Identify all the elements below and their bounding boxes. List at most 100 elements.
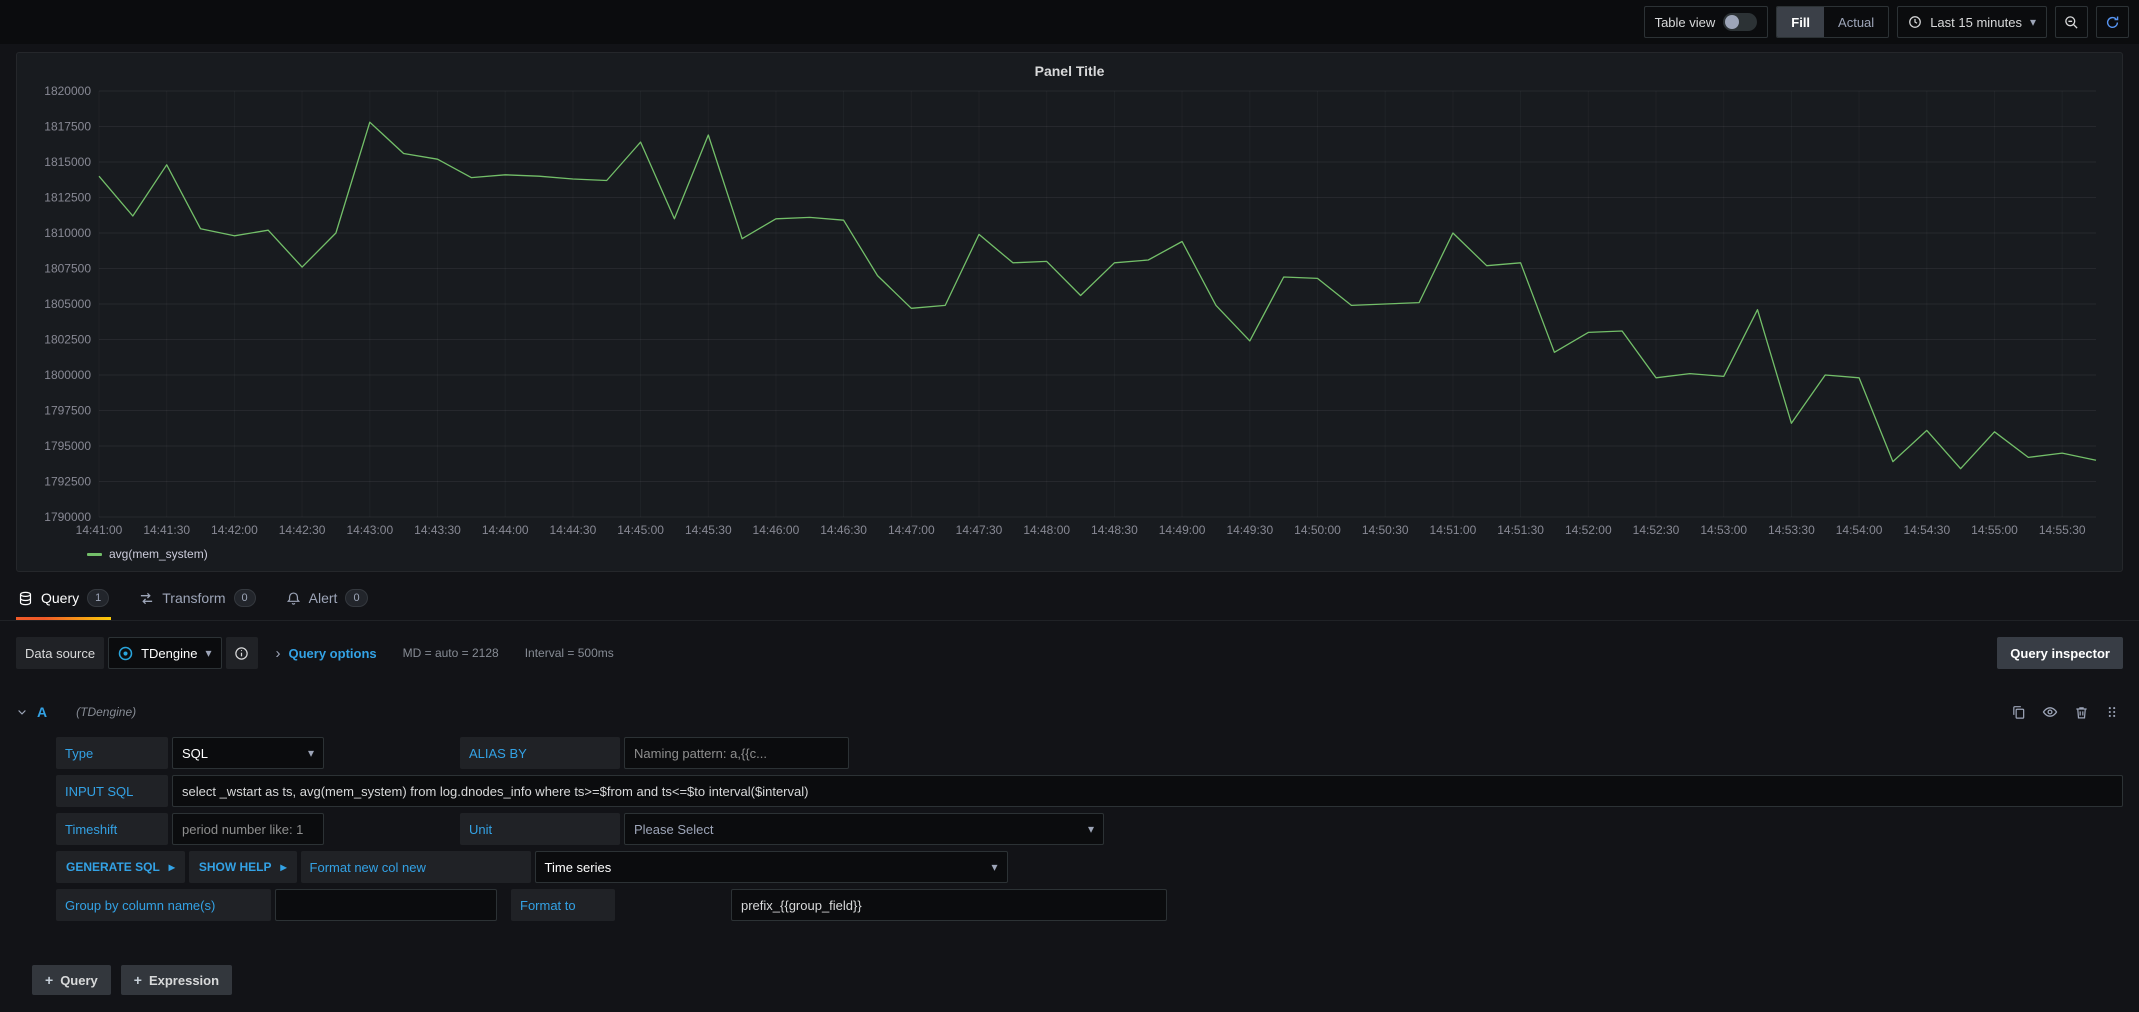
svg-text:1817500: 1817500 bbox=[44, 120, 91, 134]
time-range-label: Last 15 minutes bbox=[1930, 15, 2022, 30]
svg-text:14:42:00: 14:42:00 bbox=[211, 523, 258, 537]
input-sql-row: INPUT SQL bbox=[56, 775, 2123, 807]
type-select-value: SQL bbox=[182, 746, 208, 761]
query-inspector-button[interactable]: Query inspector bbox=[1997, 637, 2123, 669]
group-by-label: Group by column name(s) bbox=[56, 889, 271, 921]
svg-text:14:41:00: 14:41:00 bbox=[76, 523, 123, 537]
svg-text:14:53:30: 14:53:30 bbox=[1768, 523, 1815, 537]
datasource-info-button[interactable] bbox=[226, 637, 258, 669]
input-sql-input[interactable] bbox=[172, 775, 2123, 807]
add-query-button[interactable]: + Query bbox=[32, 965, 111, 995]
query-options-chevron-icon[interactable]: › bbox=[276, 645, 281, 662]
toggle-visibility-button[interactable] bbox=[2042, 704, 2058, 720]
input-sql-label: INPUT SQL bbox=[56, 775, 168, 807]
svg-text:1797500: 1797500 bbox=[44, 404, 91, 418]
editor-footer: + Query + Expression bbox=[16, 921, 2123, 995]
datasource-picker[interactable]: TDengine ▾ bbox=[108, 637, 221, 669]
svg-text:14:50:30: 14:50:30 bbox=[1362, 523, 1409, 537]
type-select[interactable]: SQL ▾ bbox=[172, 737, 324, 769]
svg-text:1810000: 1810000 bbox=[44, 226, 91, 240]
transform-icon bbox=[139, 591, 154, 606]
timeshift-row: Timeshift Unit Please Select ▾ bbox=[56, 813, 2123, 845]
time-range-picker[interactable]: Last 15 minutes ▾ bbox=[1897, 6, 2047, 38]
svg-text:14:46:00: 14:46:00 bbox=[753, 523, 800, 537]
query-options-link[interactable]: Query options bbox=[289, 646, 377, 661]
chevron-down-icon: ▾ bbox=[2030, 15, 2036, 29]
svg-text:14:52:00: 14:52:00 bbox=[1565, 523, 1612, 537]
svg-text:14:47:00: 14:47:00 bbox=[888, 523, 935, 537]
drag-handle-icon[interactable] bbox=[2105, 705, 2119, 719]
unit-select-placeholder: Please Select bbox=[634, 822, 714, 837]
type-row: Type SQL ▾ ALIAS BY bbox=[56, 737, 2123, 769]
svg-text:14:51:30: 14:51:30 bbox=[1497, 523, 1544, 537]
format-label: Format new col new bbox=[301, 851, 531, 883]
svg-text:14:50:00: 14:50:00 bbox=[1294, 523, 1341, 537]
collapse-chevron-icon[interactable] bbox=[16, 706, 28, 718]
unit-label: Unit bbox=[460, 813, 620, 845]
refresh-icon bbox=[2105, 15, 2120, 30]
add-expression-button[interactable]: + Expression bbox=[121, 965, 232, 995]
tab-alert[interactable]: Alert 0 bbox=[284, 578, 370, 620]
table-view-switch[interactable] bbox=[1723, 13, 1757, 31]
panel-title[interactable]: Panel Title bbox=[29, 57, 2110, 83]
tab-query-badge: 1 bbox=[87, 589, 109, 607]
topbar: Table view Fill Actual Last 15 minutes ▾ bbox=[0, 0, 2139, 44]
svg-text:1802500: 1802500 bbox=[44, 333, 91, 347]
tab-alert-label: Alert bbox=[309, 590, 338, 606]
database-icon bbox=[18, 591, 33, 606]
svg-text:14:49:00: 14:49:00 bbox=[1159, 523, 1206, 537]
svg-text:14:43:00: 14:43:00 bbox=[346, 523, 393, 537]
svg-text:14:51:00: 14:51:00 bbox=[1430, 523, 1477, 537]
query-ref-id[interactable]: A bbox=[37, 704, 47, 720]
tab-query[interactable]: Query 1 bbox=[16, 578, 111, 620]
svg-text:1812500: 1812500 bbox=[44, 191, 91, 205]
delete-query-button[interactable] bbox=[2074, 705, 2089, 720]
zoom-out-button[interactable] bbox=[2055, 6, 2088, 38]
svg-text:14:44:00: 14:44:00 bbox=[482, 523, 529, 537]
svg-text:14:45:00: 14:45:00 bbox=[617, 523, 664, 537]
timeshift-input[interactable] bbox=[172, 813, 324, 845]
add-query-label: Query bbox=[60, 973, 98, 988]
tab-query-label: Query bbox=[41, 590, 79, 606]
grafana-panel-editor: Table view Fill Actual Last 15 minutes ▾ bbox=[0, 0, 2139, 995]
series-legend-label[interactable]: avg(mem_system) bbox=[109, 547, 208, 561]
copy-icon bbox=[2011, 705, 2026, 720]
show-help-label: SHOW HELP bbox=[199, 860, 272, 874]
alias-by-input[interactable] bbox=[624, 737, 849, 769]
svg-text:14:41:30: 14:41:30 bbox=[143, 523, 190, 537]
type-label: Type bbox=[56, 737, 168, 769]
format-select[interactable]: Time series ▾ bbox=[535, 851, 1008, 883]
show-help-button[interactable]: SHOW HELP ▸ bbox=[189, 851, 297, 883]
series-color-swatch bbox=[87, 553, 102, 556]
query-row-header[interactable]: A (TDengine) bbox=[16, 695, 2123, 729]
refresh-button[interactable] bbox=[2096, 6, 2129, 38]
trash-icon bbox=[2074, 705, 2089, 720]
chart-plot[interactable]: 1790000179250017950001797500180000018025… bbox=[29, 83, 2110, 543]
svg-text:14:52:30: 14:52:30 bbox=[1633, 523, 1680, 537]
svg-text:14:46:30: 14:46:30 bbox=[820, 523, 867, 537]
svg-text:14:45:30: 14:45:30 bbox=[685, 523, 732, 537]
chevron-down-icon: ▾ bbox=[1088, 822, 1094, 836]
plus-icon: + bbox=[45, 972, 53, 988]
tab-transform[interactable]: Transform 0 bbox=[137, 578, 257, 620]
table-view-label: Table view bbox=[1655, 15, 1716, 30]
max-data-points-text: MD = auto = 2128 bbox=[403, 646, 499, 660]
actual-option[interactable]: Actual bbox=[1824, 7, 1888, 37]
group-by-input[interactable] bbox=[275, 889, 497, 921]
fill-option[interactable]: Fill bbox=[1777, 7, 1824, 37]
duplicate-query-button[interactable] bbox=[2011, 705, 2026, 720]
info-icon bbox=[234, 646, 249, 661]
generate-sql-button[interactable]: GENERATE SQL ▸ bbox=[56, 851, 185, 883]
interval-text: Interval = 500ms bbox=[525, 646, 614, 660]
generate-sql-label: GENERATE SQL bbox=[66, 860, 160, 874]
alias-by-label: ALIAS BY bbox=[460, 737, 620, 769]
format-row: GENERATE SQL ▸ SHOW HELP ▸ Format new co… bbox=[56, 851, 2123, 883]
format-to-input[interactable] bbox=[731, 889, 1167, 921]
table-view-toggle-group[interactable]: Table view bbox=[1644, 6, 1769, 38]
unit-select[interactable]: Please Select ▾ bbox=[624, 813, 1104, 845]
submenu-caret-icon: ▸ bbox=[281, 860, 287, 874]
svg-text:14:49:30: 14:49:30 bbox=[1226, 523, 1273, 537]
query-datasource-hint: (TDengine) bbox=[76, 705, 136, 719]
svg-text:14:43:30: 14:43:30 bbox=[414, 523, 461, 537]
query-editor-form: Type SQL ▾ ALIAS BY INPUT SQL Timeshift … bbox=[16, 729, 2123, 921]
